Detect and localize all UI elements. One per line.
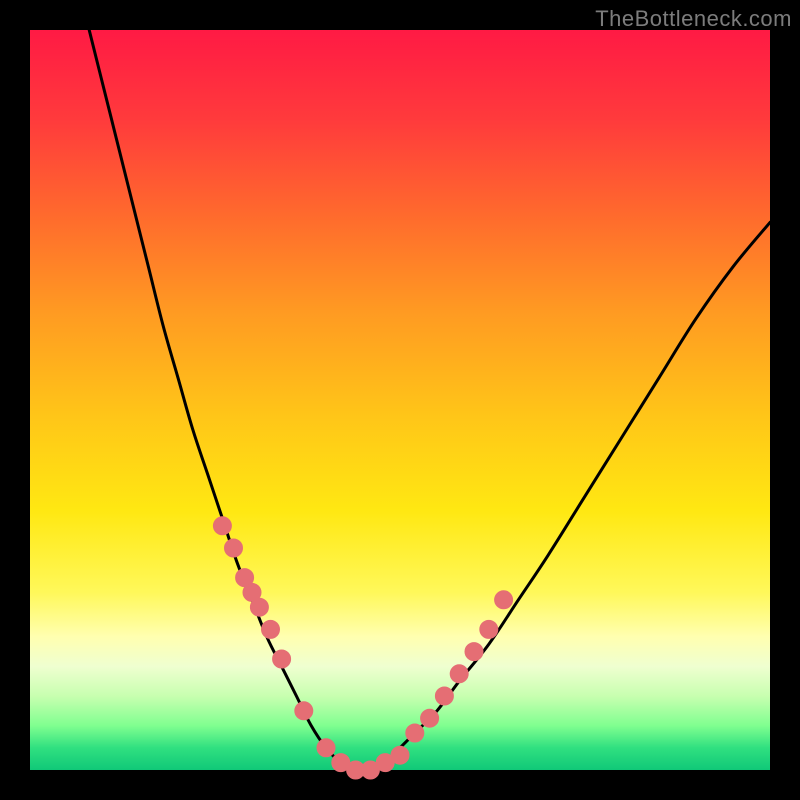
curve-markers [213,517,512,779]
curve-marker [495,591,513,609]
chart-stage: TheBottleneck.com [0,0,800,800]
plot-area [30,30,770,770]
curve-marker [480,620,498,638]
curve-marker [262,620,280,638]
watermark-text: TheBottleneck.com [595,6,792,32]
curve-marker [450,665,468,683]
curve-marker [213,517,231,535]
curve-marker [465,643,483,661]
curve-marker [250,598,268,616]
chart-svg [30,30,770,770]
curve-marker [295,702,313,720]
curve-marker [225,539,243,557]
bottleneck-curve [89,30,770,771]
curve-marker [273,650,291,668]
curve-marker [391,746,409,764]
curve-marker [317,739,335,757]
curve-marker [406,724,424,742]
curve-marker [435,687,453,705]
curve-marker [421,709,439,727]
